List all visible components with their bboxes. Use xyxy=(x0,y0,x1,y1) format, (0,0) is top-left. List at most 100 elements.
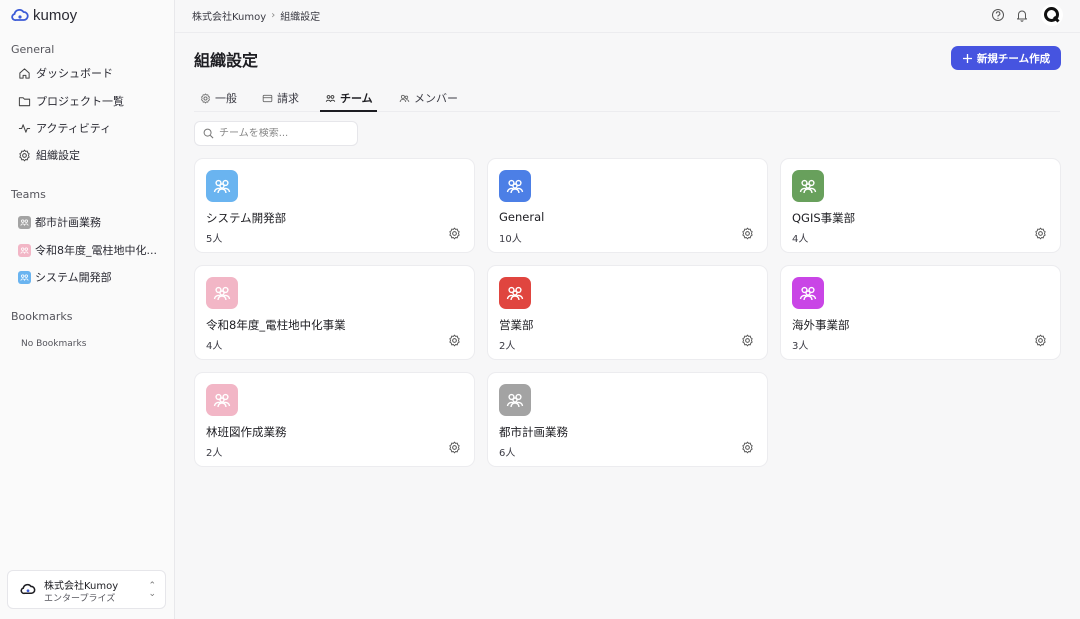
sidebar-team-label: 令和8年度_電柱地中化... xyxy=(35,244,157,257)
team-card[interactable]: 都市計画業務 6人 xyxy=(487,372,768,467)
tab-general[interactable]: 一般 xyxy=(200,88,237,108)
avatar-q-icon xyxy=(1044,7,1060,23)
team-member-count: 4人 xyxy=(792,234,809,245)
breadcrumb-current: 組織設定 xyxy=(280,12,321,23)
breadcrumb: 株式会社Kumoy › 組織設定 xyxy=(192,8,320,23)
gear-icon[interactable] xyxy=(448,227,461,240)
app-name: kumoy xyxy=(33,6,78,24)
users-icon xyxy=(792,170,824,202)
new-team-button[interactable]: 新規チーム作成 xyxy=(951,46,1061,70)
users-icon xyxy=(499,170,531,202)
gear-icon[interactable] xyxy=(1034,227,1047,240)
team-search-input[interactable] xyxy=(219,128,349,139)
team-name: General xyxy=(499,210,545,224)
activity-icon xyxy=(18,123,31,133)
tab-members[interactable]: メンバー xyxy=(399,88,458,108)
team-member-count: 4人 xyxy=(206,341,223,352)
gear-icon[interactable] xyxy=(448,334,461,347)
gear-icon[interactable] xyxy=(741,441,754,454)
gear-icon xyxy=(19,149,30,161)
team-member-count: 2人 xyxy=(206,448,223,459)
team-card[interactable]: 林班図作成業務 2人 xyxy=(194,372,475,467)
bell-icon[interactable] xyxy=(1015,8,1029,22)
tab-billing[interactable]: 請求 xyxy=(262,88,299,108)
gear-icon xyxy=(201,93,210,103)
sidebar-item-label: 組織設定 xyxy=(36,149,80,162)
user-icon xyxy=(399,94,410,102)
sidebar-team-item[interactable]: 令和8年度_電柱地中化... xyxy=(18,242,157,258)
team-member-count: 6人 xyxy=(499,448,516,459)
team-member-count: 3人 xyxy=(792,341,809,352)
team-name: 令和8年度_電柱地中化事業 xyxy=(206,318,346,332)
org-switcher[interactable]: 株式会社Kumoy エンタープライズ ⌃ ⌄ xyxy=(7,570,166,609)
top-bar: 株式会社Kumoy › 組織設定 xyxy=(175,0,1080,33)
team-card[interactable]: 令和8年度_電柱地中化事業 4人 xyxy=(194,265,475,360)
settings-tabs: 一般 請求 チーム メンバー xyxy=(194,86,1060,112)
users-icon xyxy=(18,215,31,229)
users-icon xyxy=(206,170,238,202)
sidebar-team-item[interactable]: 都市計画業務 xyxy=(18,214,101,230)
team-name: 海外事業部 xyxy=(792,318,850,332)
page-title: 組織設定 xyxy=(194,51,259,70)
chevron-up-down-icon: ⌃ ⌄ xyxy=(148,581,156,599)
team-card[interactable]: 営業部 2人 xyxy=(487,265,768,360)
logo[interactable]: kumoy xyxy=(11,5,77,25)
tab-label: メンバー xyxy=(414,92,458,105)
sidebar-item-projects[interactable]: プロジェクト一覧 xyxy=(18,92,124,110)
active-tab-indicator xyxy=(320,110,377,112)
sidebar-item-label: プロジェクト一覧 xyxy=(36,95,124,108)
sidebar-item-label: ダッシュボード xyxy=(36,67,113,80)
general-section-title: General xyxy=(11,43,55,56)
team-member-count: 5人 xyxy=(206,234,223,245)
sidebar-team-label: 都市計画業務 xyxy=(35,216,101,229)
cloud-logo-icon xyxy=(11,9,29,21)
team-name: 林班図作成業務 xyxy=(206,425,287,439)
gear-icon[interactable] xyxy=(1034,334,1047,347)
home-icon xyxy=(19,67,30,79)
team-member-count: 2人 xyxy=(499,341,516,352)
team-member-count: 10人 xyxy=(499,234,522,245)
team-name: 営業部 xyxy=(499,318,534,332)
team-name: 都市計画業務 xyxy=(499,425,568,439)
sidebar-item-org-settings[interactable]: 組織設定 xyxy=(18,146,80,164)
gear-icon[interactable] xyxy=(741,334,754,347)
org-name: 株式会社Kumoy xyxy=(44,581,119,592)
team-name: QGIS事業部 xyxy=(792,211,856,225)
sidebar-team-item[interactable]: システム開発部 xyxy=(18,269,112,285)
gear-icon[interactable] xyxy=(448,441,461,454)
users-icon xyxy=(206,384,238,416)
users-icon xyxy=(18,270,31,284)
cloud-logo-icon xyxy=(20,583,36,598)
team-card[interactable]: QGIS事業部 4人 xyxy=(780,158,1061,253)
new-team-button-label: 新規チーム作成 xyxy=(976,52,1051,65)
tab-teams[interactable]: チーム xyxy=(325,88,373,108)
credit-card-icon xyxy=(262,94,273,102)
team-card[interactable]: General 10人 xyxy=(487,158,768,253)
tab-label: チーム xyxy=(340,92,373,105)
users-icon xyxy=(792,277,824,309)
users-icon xyxy=(325,94,336,102)
team-search[interactable] xyxy=(194,121,358,146)
org-plan: エンタープライズ xyxy=(44,594,116,604)
bookmarks-section-title: Bookmarks xyxy=(11,310,73,323)
plus-icon xyxy=(962,53,972,63)
users-icon xyxy=(499,277,531,309)
users-icon xyxy=(206,277,238,309)
users-icon xyxy=(18,243,31,257)
bookmarks-empty-text: No Bookmarks xyxy=(21,339,87,349)
avatar[interactable] xyxy=(1041,4,1063,26)
help-icon[interactable] xyxy=(991,8,1005,22)
sidebar-item-label: アクティビティ xyxy=(36,122,112,135)
sidebar-item-activity[interactable]: アクティビティ xyxy=(18,119,111,137)
sidebar: kumoy General ダッシュボード プロジェクト一覧 アクティビティ 組… xyxy=(0,0,175,619)
team-name: システム開発部 xyxy=(206,211,287,225)
breadcrumb-org[interactable]: 株式会社Kumoy xyxy=(192,8,266,23)
teams-section-title: Teams xyxy=(11,188,46,201)
chevron-right-icon: › xyxy=(271,10,276,21)
sidebar-item-dashboard[interactable]: ダッシュボード xyxy=(18,64,113,82)
users-icon xyxy=(499,384,531,416)
gear-icon[interactable] xyxy=(741,227,754,240)
tab-label: 請求 xyxy=(277,92,299,105)
team-card[interactable]: 海外事業部 3人 xyxy=(780,265,1061,360)
team-card[interactable]: システム開発部 5人 xyxy=(194,158,475,253)
